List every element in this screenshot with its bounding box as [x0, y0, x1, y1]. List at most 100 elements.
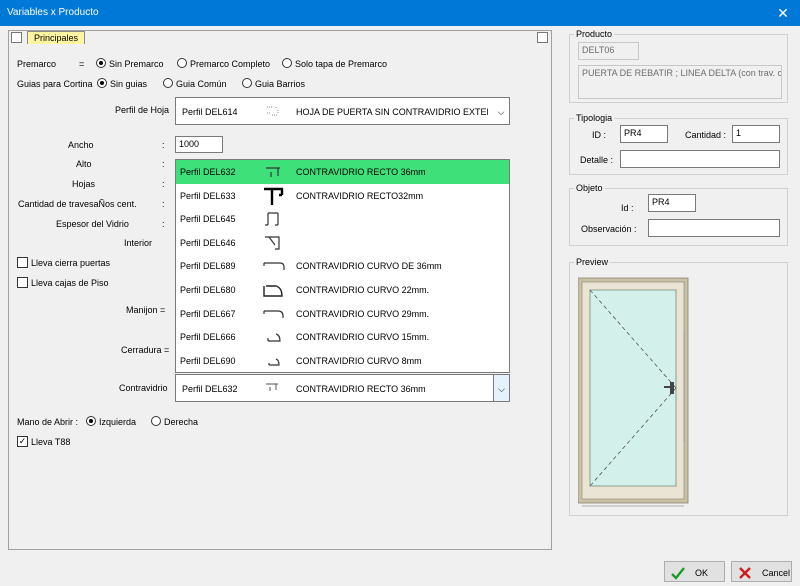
cancel-x-icon: [739, 567, 751, 579]
perfil-hoja-label: Perfil de Hoja: [115, 105, 170, 115]
radio-premarco-completo-label: Premarco Completo: [190, 59, 271, 69]
cierra-puertas-checkbox[interactable]: [17, 257, 28, 268]
list-item-code: Perfil DEL646: [180, 237, 236, 248]
tab-principales[interactable]: Principales: [27, 31, 86, 44]
cancel-button-label: Cancel: [762, 568, 791, 578]
radio-sin-premarco[interactable]: [96, 58, 106, 68]
cerradura-label: Cerradura =: [121, 345, 170, 355]
contravidrio-combo[interactable]: Perfil DEL632 CONTRAVIDRIO RECTO 36mm ⌵: [175, 374, 510, 402]
perfil-hoja-combo[interactable]: Perfil DEL614 HOJA DE PUERTA SIN CONTRAV…: [175, 97, 510, 125]
profile-680-icon: [263, 285, 283, 297]
list-item[interactable]: Perfil DEL645: [176, 207, 509, 231]
travesanos-colon: :: [162, 199, 165, 209]
guias-label: Guias para Cortina: [17, 79, 93, 89]
list-item-desc: CONTRAVIDRIO CURVO 8mm: [296, 355, 422, 366]
panel-corner-right: [537, 32, 548, 43]
profile-632-icon: [266, 167, 280, 177]
list-item[interactable]: Perfil DEL633 CONTRAVIDRIO RECTO32mm: [176, 184, 509, 208]
cantidad-label: Cantidad :: [685, 130, 727, 140]
observacion-label: Observación :: [581, 224, 637, 234]
list-item[interactable]: Perfil DEL690 CONTRAVIDRIO CURVO 8mm: [176, 349, 509, 373]
ok-button[interactable]: OK: [664, 561, 725, 582]
perfil-hoja-code: Perfil DEL614: [182, 107, 238, 117]
chevron-down-icon[interactable]: ⌵: [493, 375, 509, 401]
list-item[interactable]: Perfil DEL667 CONTRAVIDRIO CURVO 29mm.: [176, 302, 509, 326]
profile-633-icon: [264, 187, 284, 205]
radio-sin-guias[interactable]: [97, 78, 107, 88]
radio-guia-comun[interactable]: [163, 78, 173, 88]
travesanos-label: Cantidad de travesaÑos cent.: [18, 199, 137, 209]
close-icon[interactable]: ✕: [766, 0, 800, 26]
objeto-id-input[interactable]: PR4: [648, 194, 696, 212]
ancho-input[interactable]: 1000: [175, 136, 223, 153]
tipologia-id-label: ID :: [592, 130, 607, 140]
radio-sin-guias-label: Sin guias: [110, 79, 148, 89]
profile-689-icon: [263, 262, 285, 271]
tipologia-id-input[interactable]: PR4: [620, 125, 668, 143]
interior-label: Interior: [124, 238, 153, 248]
t88-checkbox[interactable]: ✓: [17, 436, 28, 447]
list-item-code: Perfil DEL645: [180, 214, 236, 225]
mano-label: Mano de Abrir :: [17, 417, 79, 427]
radio-derecha-label: Derecha: [164, 417, 199, 427]
list-item[interactable]: Perfil DEL646: [176, 231, 509, 255]
list-item-desc: CONTRAVIDRIO CURVO 29mm.: [296, 308, 430, 319]
contravidrio-desc: CONTRAVIDRIO RECTO 36mm: [296, 384, 426, 394]
window-title: Variables x Producto: [7, 7, 99, 18]
producto-title: Producto: [574, 29, 615, 39]
espesor-label: Espesor del Vidrio: [56, 219, 129, 229]
observacion-input[interactable]: [648, 219, 780, 237]
detalle-input[interactable]: [620, 150, 780, 168]
list-item-code: Perfil DEL690: [180, 355, 236, 366]
ancho-colon: :: [162, 140, 165, 150]
list-item[interactable]: Perfil DEL680 CONTRAVIDRIO CURVO 22mm.: [176, 278, 509, 302]
list-item-code: Perfil DEL680: [180, 285, 236, 295]
premarco-eq: =: [79, 59, 85, 69]
list-item-desc: CONTRAVIDRIO CURVO DE 36mm: [296, 261, 442, 272]
radio-premarco-completo[interactable]: [177, 58, 187, 68]
alto-colon: :: [162, 159, 165, 169]
list-item-code: Perfil DEL632: [180, 167, 236, 177]
perfil-hoja-desc: HOJA DE PUERTA SIN CONTRAVIDRIO EXTERIC: [296, 107, 488, 117]
profile-645-icon: [265, 212, 279, 226]
radio-izquierda-label: Izquierda: [99, 417, 137, 427]
radio-guia-barrios[interactable]: [242, 78, 252, 88]
alto-label: Alto: [76, 159, 92, 169]
cantidad-input[interactable]: 1: [732, 125, 780, 143]
cajas-piso-checkbox[interactable]: [17, 277, 28, 288]
t88-label: Lleva T88: [31, 437, 71, 447]
list-item[interactable]: Perfil DEL689 CONTRAVIDRIO CURVO DE 36mm: [176, 254, 509, 278]
chevron-down-icon[interactable]: ⌵: [493, 98, 509, 124]
contravidrio-code: Perfil DEL632: [182, 384, 238, 394]
list-item[interactable]: Perfil DEL632 CONTRAVIDRIO RECTO 36mm: [176, 160, 509, 184]
door-preview-image: [578, 277, 689, 507]
producto-desc: PUERTA DE REBATIR ; LINEA DELTA (con tra…: [578, 65, 782, 99]
contravidrio-dropdown-list[interactable]: Perfil DEL632 CONTRAVIDRIO RECTO 36mm Pe…: [175, 159, 510, 373]
radio-derecha[interactable]: [151, 416, 161, 426]
list-item-desc: CONTRAVIDRIO RECTO32mm: [296, 190, 424, 201]
cancel-button[interactable]: Cancel: [731, 561, 792, 582]
radio-guia-barrios-label: Guia Barrios: [255, 79, 306, 89]
check-icon: [671, 567, 685, 580]
radio-guia-comun-label: Guia Común: [176, 79, 227, 89]
profile-632-icon: [266, 383, 278, 391]
objeto-id-label: Id :: [621, 203, 634, 213]
panel-corner-left: [11, 32, 22, 43]
espesor-colon: :: [162, 219, 165, 229]
list-item[interactable]: Perfil DEL666 CONTRAVIDRIO CURVO 15mm.: [176, 325, 509, 349]
list-item-code: Perfil DEL666: [180, 332, 236, 343]
tipologia-title: Tipologia: [574, 113, 615, 123]
profile-690-icon: [268, 358, 280, 366]
list-item-code: Perfil DEL667: [180, 308, 236, 319]
radio-solo-tapa[interactable]: [282, 58, 292, 68]
profile-646-icon: [265, 236, 280, 250]
contravidrio-label: Contravidrio: [119, 383, 168, 393]
radio-izquierda[interactable]: [86, 416, 96, 426]
radio-sin-premarco-label: Sin Premarco: [109, 59, 164, 69]
list-item-desc: CONTRAVIDRIO RECTO 36mm: [296, 167, 426, 177]
list-item-code: Perfil DEL633: [180, 190, 236, 201]
profile-614-icon: [267, 106, 279, 116]
preview-title: Preview: [574, 257, 611, 267]
manijon-label: Manijon =: [126, 305, 166, 315]
list-item-desc: CONTRAVIDRIO CURVO 22mm.: [296, 285, 430, 295]
